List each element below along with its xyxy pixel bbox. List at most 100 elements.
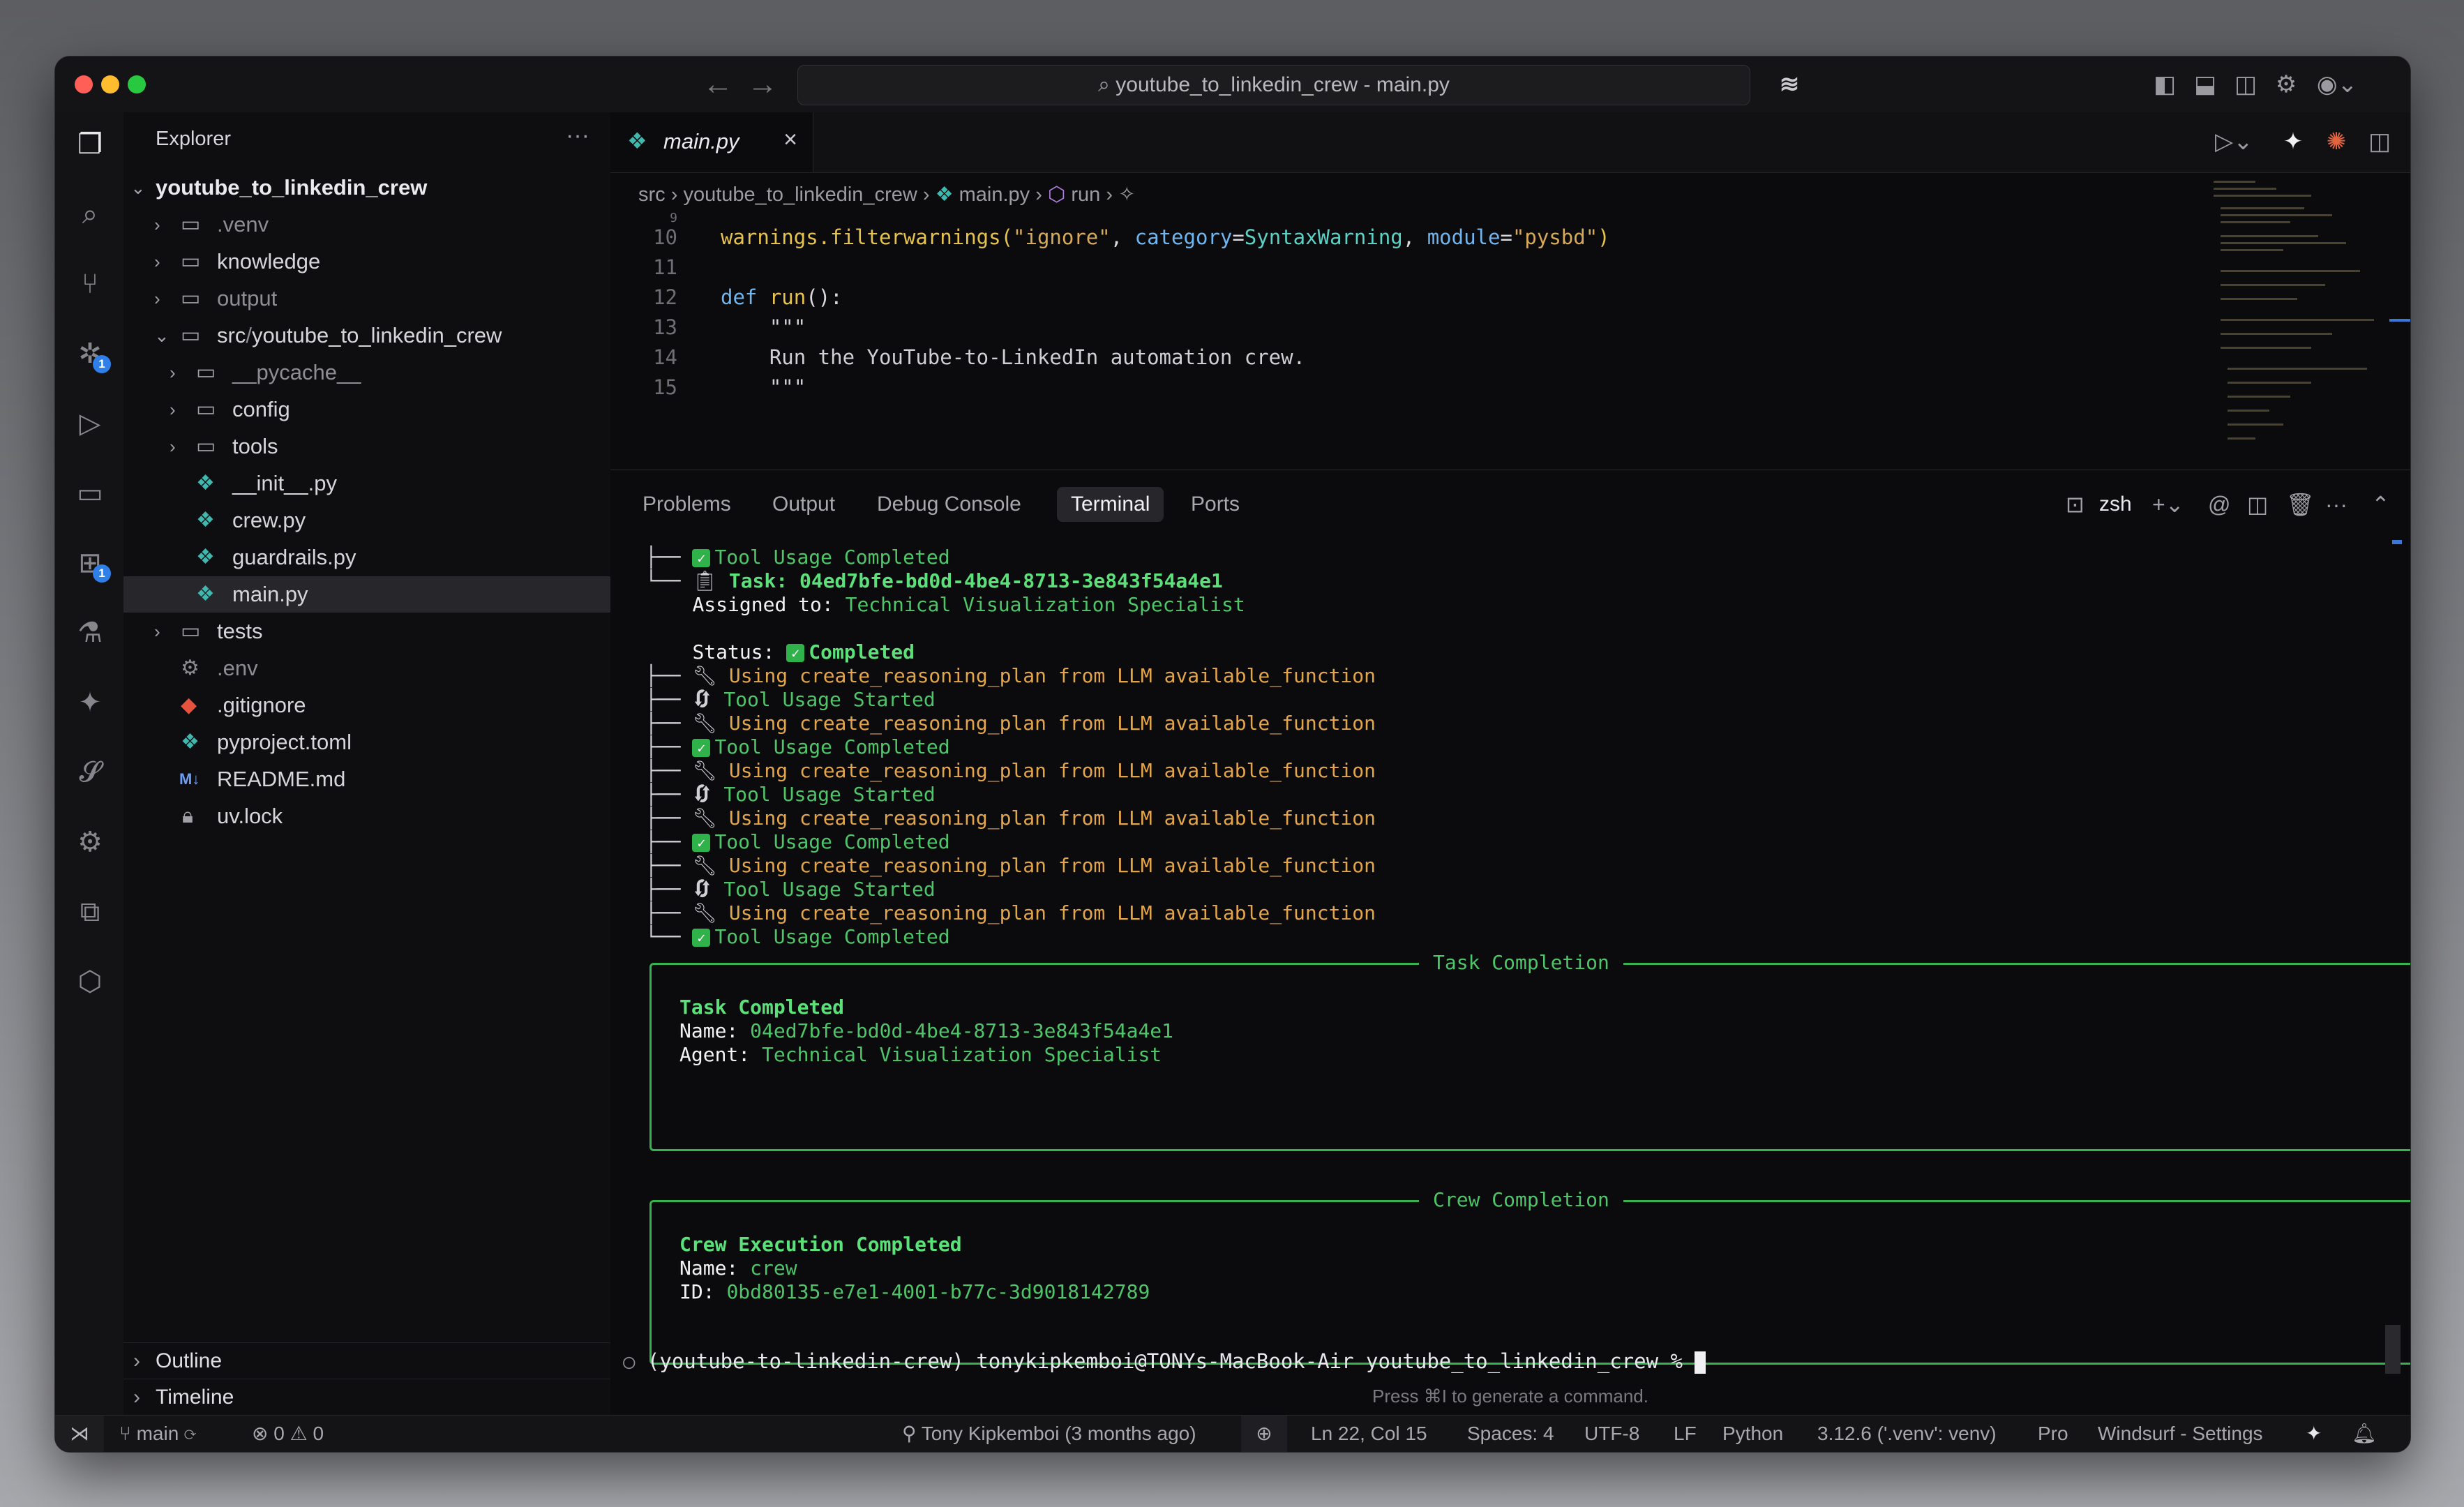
- tree-root[interactable]: ⌄ youtube_to_linkedin_crew: [123, 170, 610, 206]
- trash-icon[interactable]: 🗑︎: [2286, 487, 2315, 522]
- sidebar-title: Explorer: [156, 128, 231, 150]
- breadcrumb-item[interactable]: main.py: [959, 183, 1030, 206]
- minimize-window-button[interactable]: [101, 75, 119, 93]
- remote-explorer-icon[interactable]: ▭: [72, 475, 108, 511]
- tree-item-env[interactable]: ⚙ .env: [123, 650, 610, 687]
- package-icon[interactable]: ⬡: [72, 964, 108, 1000]
- terminal-scrollbar[interactable]: [2385, 1325, 2401, 1374]
- close-tab-icon[interactable]: ×: [783, 126, 797, 153]
- toggle-sidebar-icon[interactable]: ◧: [2149, 69, 2180, 100]
- extensions-run-icon[interactable]: ✲ 1: [72, 336, 111, 373]
- toggle-secondary-sidebar-icon[interactable]: ◫: [2230, 69, 2261, 100]
- tree-item-tools[interactable]: › ▭ tools: [123, 428, 610, 465]
- run-file-icon[interactable]: ▷⌄: [2215, 126, 2253, 157]
- ai-sparkle-icon[interactable]: ✦: [2278, 126, 2308, 157]
- maximize-panel-icon[interactable]: ⌃: [2371, 487, 2390, 522]
- python-interpreter[interactable]: 3.12.6 ('.venv': venv): [1817, 1416, 1997, 1452]
- minimap[interactable]: [2214, 179, 2381, 472]
- python-file-icon: ❖: [196, 583, 215, 606]
- diagram-icon[interactable]: ⧉: [72, 894, 108, 930]
- tree-item-knowledge[interactable]: › ▭ knowledge: [123, 243, 610, 280]
- clipboard-icon: 📋︎: [692, 569, 717, 592]
- terminal-shell-icon[interactable]: ⊡: [2066, 487, 2084, 522]
- terminal-output[interactable]: ├── ✓ Tool Usage Completed └── 📋︎ Task: 0…: [610, 540, 2410, 1416]
- ai-sparkle-icon[interactable]: ✦: [2306, 1416, 2322, 1452]
- source-control-icon[interactable]: ⑂: [72, 266, 108, 302]
- tree-item-src[interactable]: ⌄ ▭ src/youtube_to_linkedin_crew: [123, 317, 610, 354]
- more-actions-icon[interactable]: ···: [566, 122, 589, 149]
- more-actions-icon[interactable]: ···: [2325, 487, 2347, 522]
- tree-item-crew-py[interactable]: ❖ crew.py: [123, 502, 610, 539]
- settings-file-icon: ⚙: [181, 657, 200, 680]
- ai-sparkle-icon[interactable]: ✦: [72, 684, 108, 721]
- chevron-right-icon: ›: [154, 251, 160, 272]
- zoom-icon[interactable]: ⊕: [1241, 1416, 1287, 1452]
- scroll-indicator: [2389, 319, 2410, 322]
- problems-indicator[interactable]: ⊗ 0 ⚠ 0: [252, 1416, 324, 1452]
- editor-tabs: ❖ main.py × ▷⌄ ✦ ✺ ◫ ···: [610, 112, 2410, 173]
- gear-icon[interactable]: ⚙: [2271, 69, 2301, 100]
- git-blame[interactable]: ⚲ Tony Kipkemboi (3 months ago): [902, 1416, 1196, 1452]
- folder-icon: ▭: [196, 361, 216, 384]
- explorer-icon[interactable]: ❐: [72, 126, 108, 163]
- tab-output[interactable]: Output: [758, 487, 849, 522]
- breadcrumb-item[interactable]: youtube_to_linkedin_crew: [683, 183, 917, 206]
- cursor-position[interactable]: Ln 22, Col 15: [1311, 1416, 1427, 1452]
- windsurf-settings[interactable]: Windsurf - Settings: [2098, 1416, 2263, 1452]
- command-center[interactable]: ⌕ youtube_to_linkedin_crew - main.py: [797, 65, 1750, 105]
- end-of-line[interactable]: LF: [1674, 1416, 1697, 1452]
- more-actions-icon[interactable]: ···: [2407, 126, 2410, 157]
- search-icon[interactable]: ⌕: [72, 196, 108, 232]
- bell-icon[interactable]: 🔔︎: [2352, 1416, 2377, 1452]
- indentation[interactable]: Spaces: 4: [1467, 1416, 1554, 1452]
- close-window-button[interactable]: [75, 75, 93, 93]
- run-debug-icon[interactable]: ▷: [72, 405, 108, 442]
- chevron-right-icon: ›: [133, 1386, 140, 1409]
- tree-item-config[interactable]: › ▭ config: [123, 391, 610, 428]
- encoding[interactable]: UTF-8: [1584, 1416, 1639, 1452]
- terminal-line: ├── ✓ Tool Usage Completed: [645, 830, 950, 853]
- language-mode[interactable]: Python: [1722, 1416, 1783, 1452]
- tree-item-output[interactable]: › ▭ output: [123, 280, 610, 317]
- tree-item-main-py[interactable]: ❖ main.py: [123, 576, 610, 613]
- burst-icon[interactable]: ✺: [2321, 126, 2352, 157]
- timeline-section[interactable]: › Timeline: [123, 1379, 610, 1416]
- s-logo-icon[interactable]: 𝓢: [72, 754, 108, 790]
- outline-section[interactable]: › Outline: [123, 1342, 610, 1379]
- extensions-icon[interactable]: ⊞ 1: [72, 545, 111, 583]
- tab-problems[interactable]: Problems: [629, 487, 745, 522]
- tree-item-uv-lock[interactable]: 🔒︎ uv.lock: [123, 798, 610, 834]
- tree-item-pyproject[interactable]: ❖ pyproject.toml: [123, 724, 610, 760]
- wrench-icon: 🔧︎: [692, 854, 717, 877]
- breadcrumb-item[interactable]: src: [638, 183, 666, 206]
- at-mention-icon[interactable]: @: [2208, 487, 2230, 522]
- forward-arrow-icon[interactable]: →: [747, 66, 778, 103]
- settings-sync-icon[interactable]: ⚙: [72, 824, 108, 860]
- split-terminal-icon[interactable]: ◫: [2247, 487, 2268, 522]
- testing-flask-icon[interactable]: ⚗: [72, 615, 108, 651]
- tab-debug-console[interactable]: Debug Console: [863, 487, 1035, 522]
- branch-indicator[interactable]: ⑂ main ⟳: [119, 1416, 196, 1452]
- tab-ports[interactable]: Ports: [1177, 487, 1254, 522]
- tree-item-venv[interactable]: › ▭ .venv: [123, 207, 610, 243]
- split-editor-icon[interactable]: ◫: [2364, 126, 2395, 157]
- tab-terminal[interactable]: Terminal: [1057, 487, 1164, 522]
- account-avatar-icon[interactable]: ◉⌄: [2313, 69, 2361, 100]
- tree-item-readme[interactable]: M↓ README.md: [123, 761, 610, 797]
- maximize-window-button[interactable]: [128, 75, 146, 93]
- tree-item-gitignore[interactable]: ◆ .gitignore: [123, 687, 610, 723]
- terminal-shell-name[interactable]: zsh: [2099, 487, 2132, 522]
- tab-main-py[interactable]: ❖ main.py ×: [610, 112, 813, 172]
- breadcrumb-item[interactable]: run: [1071, 183, 1100, 206]
- tree-item-tests[interactable]: › ▭ tests: [123, 613, 610, 650]
- terminal-prompt[interactable]: ○ (youtube-to-linkedin-crew) tonykipkemb…: [623, 1349, 1706, 1374]
- remote-indicator-icon[interactable]: ⋊: [55, 1416, 104, 1452]
- plan-badge[interactable]: Pro: [2038, 1416, 2068, 1452]
- new-terminal-icon[interactable]: +⌄: [2152, 487, 2184, 522]
- tree-item-guardrails-py[interactable]: ❖ guardrails.py: [123, 539, 610, 576]
- crew-completion-box: Crew Completion Crew Execution Completed…: [649, 1188, 2410, 1365]
- back-arrow-icon[interactable]: ←: [703, 66, 733, 103]
- tree-item-init-py[interactable]: ❖ __init__.py: [123, 465, 610, 502]
- tree-item-pycache[interactable]: › ▭ __pycache__: [123, 354, 610, 391]
- toggle-panel-icon[interactable]: ⬓: [2190, 69, 2221, 100]
